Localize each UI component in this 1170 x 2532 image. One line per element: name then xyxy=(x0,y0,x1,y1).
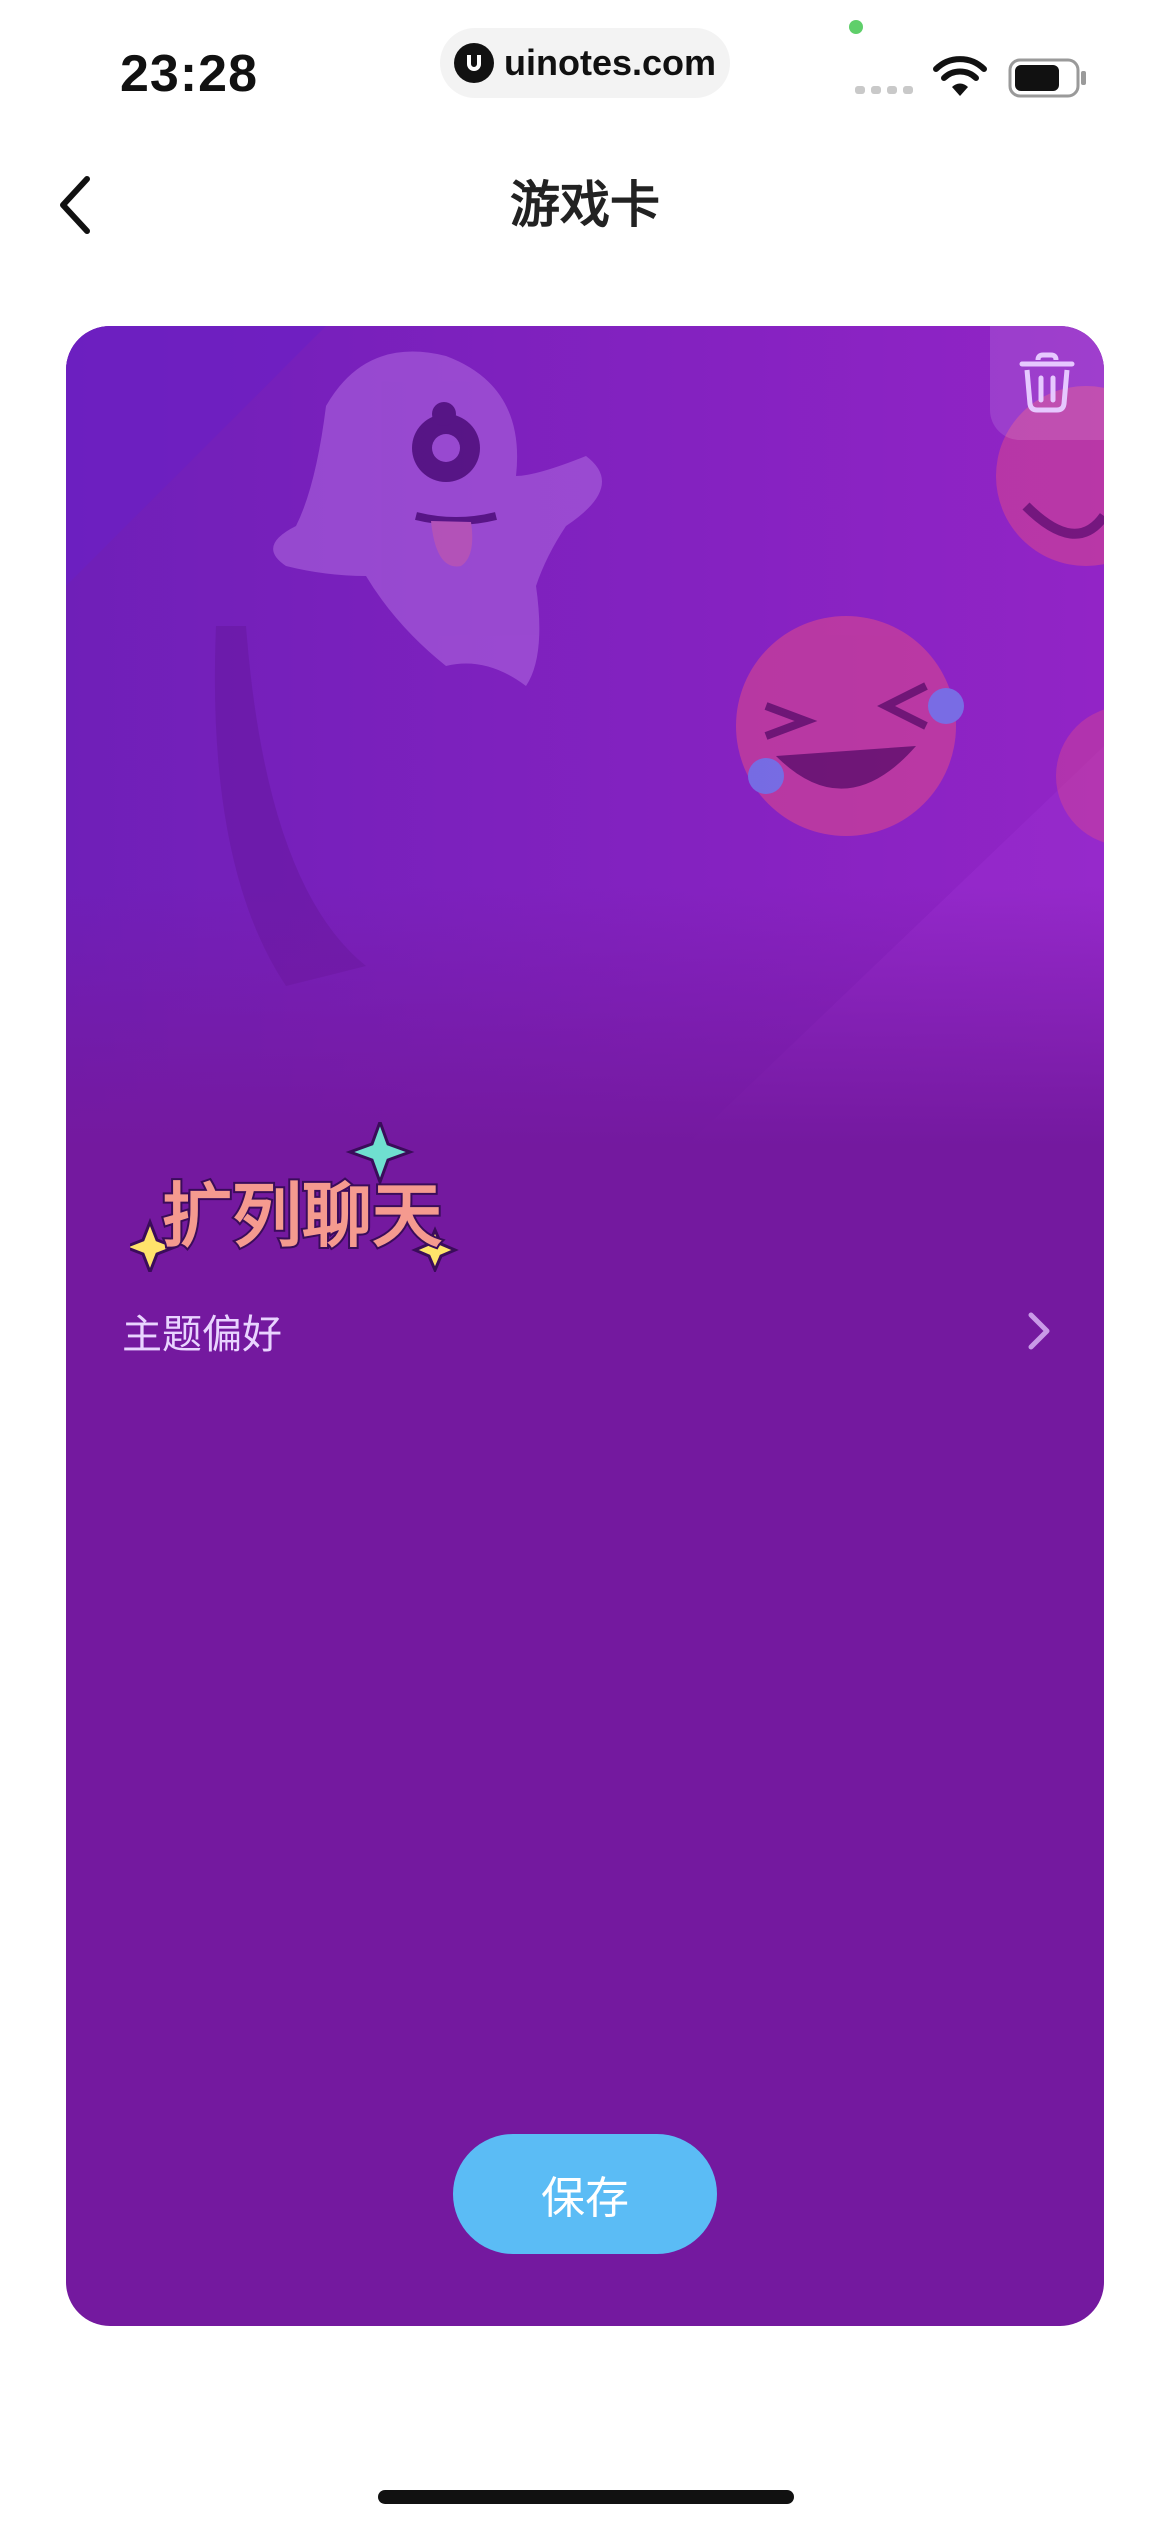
site-logo-icon xyxy=(453,43,494,83)
theme-preference-label: 主题偏好 xyxy=(122,1312,282,1358)
logo-text: 扩列聊天 xyxy=(162,1175,442,1257)
mic-indicator-dot xyxy=(849,20,863,34)
url-text: uinotes.com xyxy=(503,42,717,83)
game-card: 扩列聊天 主题偏好 保存 xyxy=(66,326,1104,2326)
battery-icon xyxy=(1008,58,1088,102)
game-logo: 扩列聊天 xyxy=(120,1117,510,1277)
chevron-right-icon xyxy=(1014,1306,1064,1356)
page-title: 游戏卡 xyxy=(510,176,660,234)
signal-icon xyxy=(855,86,913,94)
home-indicator xyxy=(378,2490,794,2504)
wifi-icon xyxy=(932,56,988,102)
url-pill[interactable]: uinotes.com xyxy=(440,28,730,98)
theme-preference-row[interactable]: 主题偏好 xyxy=(122,1286,1064,1376)
delete-button[interactable] xyxy=(990,326,1104,440)
hero-background xyxy=(66,326,1104,1146)
trash-icon xyxy=(1019,352,1075,413)
save-button[interactable]: 保存 xyxy=(453,2134,717,2254)
status-time: 23:28 xyxy=(120,45,258,103)
